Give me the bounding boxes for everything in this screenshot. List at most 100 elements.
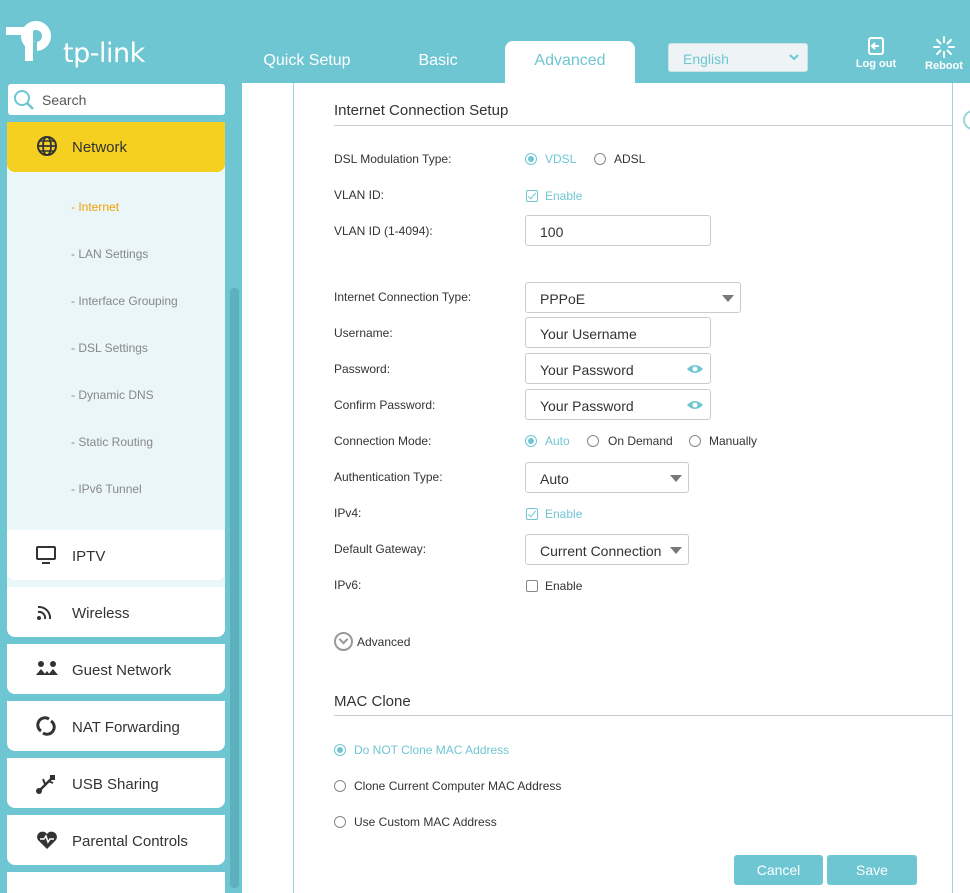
sidebar-sub-dsl-settings[interactable]: - DSL Settings: [71, 341, 148, 355]
conn-type-select[interactable]: PPPoE: [525, 282, 741, 313]
chevron-down-icon: [789, 54, 799, 61]
divider: [293, 83, 294, 893]
chevron-down-icon: [670, 475, 682, 482]
search-input[interactable]: Search: [8, 84, 225, 115]
ipv4-enable-checkbox[interactable]: [526, 508, 538, 520]
password-field[interactable]: Your Password: [525, 353, 711, 384]
radio-auto[interactable]: [525, 435, 537, 447]
gateway-value: Current Connection: [540, 543, 662, 559]
tp-link-logo-icon: [6, 21, 51, 61]
sidebar-scrollbar[interactable]: [230, 288, 239, 888]
sidebar-item-label: Guest Network: [72, 662, 172, 679]
reboot-button[interactable]: Reboot: [919, 36, 969, 76]
ipv4-enable-label: Enable: [545, 507, 583, 521]
vlan-enable-label: Enable: [545, 189, 583, 203]
logout-label: Log out: [855, 58, 897, 70]
sidebar: Search Network - Internet - LAN Settings…: [0, 83, 242, 893]
radio-on-demand[interactable]: [587, 435, 599, 447]
radio-custom-mac[interactable]: [334, 816, 346, 828]
radio-do-not-clone-label: Do NOT Clone MAC Address: [354, 743, 510, 757]
radio-vdsl[interactable]: [525, 153, 537, 165]
sidebar-item-network[interactable]: Network: [7, 122, 225, 172]
confirm-password-field[interactable]: Your Password: [525, 389, 711, 420]
auth-type-select[interactable]: Auto: [525, 462, 689, 493]
sidebar-item-label: NAT Forwarding: [72, 719, 180, 736]
sidebar-sub-interface-grouping[interactable]: - Interface Grouping: [71, 294, 178, 308]
divider: [952, 83, 953, 893]
tab-basic[interactable]: Basic: [378, 41, 498, 83]
sidebar-item-partial[interactable]: [7, 872, 225, 893]
reboot-icon: [933, 36, 955, 58]
sidebar-item-nat-forwarding[interactable]: NAT Forwarding: [7, 701, 225, 751]
radio-vdsl-label: VDSL: [545, 152, 577, 166]
brand-name: tp-link: [63, 38, 145, 69]
username-label: Username:: [334, 326, 393, 340]
language-value: English: [683, 51, 729, 67]
sidebar-item-label: IPTV: [72, 548, 106, 565]
username-field[interactable]: Your Username: [525, 317, 711, 348]
conn-mode-label: Connection Mode:: [334, 434, 432, 448]
help-icon[interactable]: [963, 110, 970, 130]
globe-icon: [37, 136, 57, 156]
gateway-label: Default Gateway:: [334, 542, 427, 556]
sidebar-sub-lan-settings[interactable]: - LAN Settings: [71, 247, 148, 261]
section-title-internet-setup: Internet Connection Setup: [334, 102, 509, 119]
auth-type-value: Auto: [540, 471, 569, 487]
sidebar-sub-internet[interactable]: - Internet: [71, 200, 119, 214]
sidebar-item-guest-network[interactable]: Guest Network: [7, 644, 225, 694]
divider: [334, 125, 952, 126]
tab-advanced[interactable]: Advanced: [505, 41, 635, 83]
vlan-enable-checkbox[interactable]: [526, 190, 538, 202]
sidebar-item-usb-sharing[interactable]: USB Sharing: [7, 758, 225, 808]
conn-type-value: PPPoE: [540, 291, 586, 307]
search-placeholder: Search: [42, 92, 87, 108]
vlan-id-label: VLAN ID (1-4094):: [334, 224, 433, 238]
sidebar-item-label: Parental Controls: [72, 833, 188, 850]
sidebar-item-label: USB Sharing: [72, 776, 159, 793]
radio-do-not-clone[interactable]: [334, 744, 346, 756]
language-select[interactable]: English: [668, 43, 808, 72]
wifi-icon: [37, 605, 52, 620]
password-value: Your Password: [540, 362, 634, 378]
usb-icon: [36, 775, 55, 794]
sidebar-sub-ipv6-tunnel[interactable]: - IPv6 Tunnel: [71, 482, 142, 496]
radio-manually[interactable]: [689, 435, 701, 447]
sidebar-sub-dynamic-dns[interactable]: - Dynamic DNS: [71, 388, 154, 402]
vlan-id-field[interactable]: 100: [525, 215, 711, 246]
vlan-id-value: 100: [540, 224, 564, 240]
tp-link-logo[interactable]: tp-link: [6, 14, 166, 69]
dsl-modulation-label: DSL Modulation Type:: [334, 152, 452, 166]
nat-icon: [36, 716, 56, 736]
sidebar-sub-static-routing[interactable]: - Static Routing: [71, 435, 153, 449]
cancel-button[interactable]: Cancel: [734, 855, 823, 885]
ipv6-enable-checkbox[interactable]: [526, 580, 538, 592]
radio-clone-current-label: Clone Current Computer MAC Address: [354, 779, 562, 793]
eye-icon[interactable]: [686, 399, 704, 411]
radio-manually-label: Manually: [709, 434, 758, 448]
sidebar-item-wireless[interactable]: Wireless: [7, 587, 225, 637]
sidebar-item-label: Network: [72, 139, 128, 156]
radio-on-demand-label: On Demand: [608, 434, 673, 448]
header: tp-link Quick Setup Basic Advanced Engli…: [0, 0, 970, 83]
chevron-down-icon: [722, 295, 734, 302]
ipv6-label: IPv6:: [334, 578, 362, 592]
ipv4-label: IPv4:: [334, 506, 362, 520]
eye-icon[interactable]: [686, 363, 704, 375]
gateway-select[interactable]: Current Connection: [525, 534, 689, 565]
sidebar-item-iptv[interactable]: IPTV: [7, 530, 225, 580]
radio-adsl-label: ADSL: [614, 152, 646, 166]
radio-auto-label: Auto: [545, 434, 570, 448]
chevron-down-circle-icon: [334, 632, 353, 651]
save-button[interactable]: Save: [827, 855, 917, 885]
sidebar-item-parental-controls[interactable]: Parental Controls: [7, 815, 225, 865]
confirm-password-value: Your Password: [540, 398, 634, 414]
password-label: Password:: [334, 362, 391, 376]
monitor-icon: [36, 546, 56, 564]
tab-quick-setup[interactable]: Quick Setup: [246, 41, 368, 83]
username-value: Your Username: [540, 326, 637, 342]
radio-adsl[interactable]: [594, 153, 606, 165]
confirm-password-label: Confirm Password:: [334, 398, 436, 412]
logout-button[interactable]: Log out: [851, 36, 901, 76]
radio-clone-current[interactable]: [334, 780, 346, 792]
auth-type-label: Authentication Type:: [334, 470, 443, 484]
